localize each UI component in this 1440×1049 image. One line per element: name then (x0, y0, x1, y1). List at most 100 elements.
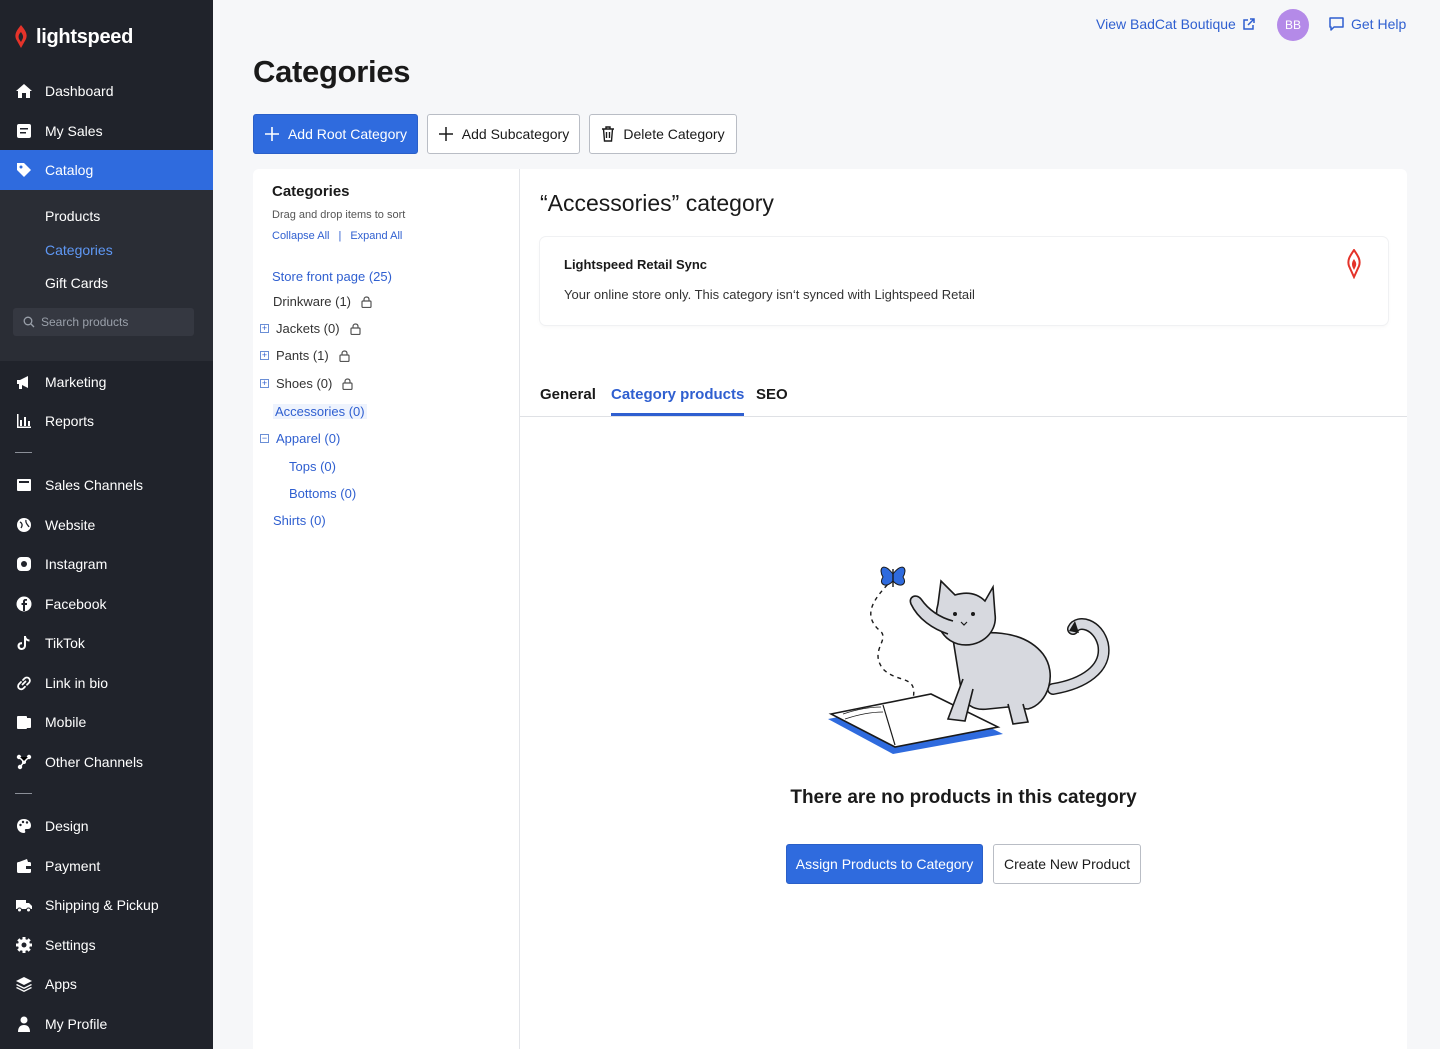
cat-butterfly-illustration (828, 566, 1110, 754)
sub-products[interactable]: Products (45, 208, 100, 224)
add-subcategory-button[interactable]: Add Subcategory (427, 114, 580, 154)
sub-categories[interactable]: Categories (45, 242, 113, 258)
nav-label: Website (45, 517, 96, 533)
instagram-icon (15, 555, 33, 573)
nav-link-in-bio[interactable]: Link in bio (0, 663, 213, 703)
tree-item-label: Bottoms (0) (289, 486, 357, 501)
tree-item-drinkware[interactable]: Drinkware (1) (273, 294, 372, 309)
view-store-label: View BadCat Boutique (1096, 16, 1236, 32)
search-input[interactable] (41, 315, 181, 329)
nav-website[interactable]: Website (0, 505, 213, 545)
category-tree-panel: Categories Drag and drop items to sort C… (253, 169, 520, 1049)
nav-design[interactable]: Design (0, 806, 213, 846)
truck-icon (15, 896, 33, 914)
nav-my-sales[interactable]: My Sales (0, 111, 213, 151)
tree-item-jackets[interactable]: + Jackets (0) (260, 321, 361, 336)
lock-icon (342, 377, 353, 390)
nav-apps[interactable]: Apps (0, 964, 213, 1004)
category-tabs: General Category products SEO (520, 372, 1407, 417)
tree-item-label: Apparel (0) (276, 431, 341, 446)
tree-item-bottoms[interactable]: Bottoms (0) (289, 486, 356, 501)
tag-icon (15, 161, 33, 179)
tree-item-label: Shoes (0) (276, 376, 333, 391)
brand-name: lightspeed (36, 25, 134, 48)
nav-label: Catalog (45, 162, 94, 178)
nav-label: Apps (45, 976, 77, 992)
tab-seo[interactable]: SEO (756, 386, 788, 413)
nav-my-profile[interactable]: My Profile (0, 1004, 213, 1044)
nav-label: Shipping & Pickup (45, 897, 159, 913)
expand-icon[interactable]: + (260, 351, 269, 360)
tree-item-pants[interactable]: + Pants (1) (260, 348, 350, 363)
sync-title: Lightspeed Retail Sync (564, 257, 708, 272)
tree-item-shirts[interactable]: Shirts (0) (273, 513, 326, 528)
sidebar-search[interactable] (13, 308, 194, 336)
tree-item-label: Shirts (0) (273, 513, 326, 528)
nav-settings[interactable]: Settings (0, 925, 213, 965)
tab-category-products[interactable]: Category products (611, 386, 745, 416)
tree-item-accessories[interactable]: Accessories (0) (273, 404, 367, 419)
expand-icon[interactable]: + (260, 324, 269, 333)
empty-state-message: There are no products in this category (790, 787, 1137, 808)
nav-facebook[interactable]: Facebook (0, 584, 213, 624)
tree-hint: Drag and drop items to sort (272, 209, 406, 221)
nav-label: Sales Channels (45, 477, 144, 493)
add-root-category-button[interactable]: Add Root Category (253, 114, 418, 154)
nav-label: Reports (45, 413, 95, 429)
tree-actions: Collapse All | Expand All (272, 230, 402, 242)
view-store-link[interactable]: View BadCat Boutique (1096, 16, 1256, 32)
tree-item-label: Tops (0) (289, 459, 336, 474)
tree-item-shoes[interactable]: + Shoes (0) (260, 376, 353, 391)
get-help-link[interactable]: Get Help (1328, 16, 1406, 32)
sales-icon (15, 122, 33, 140)
nav-catalog[interactable]: Catalog (0, 150, 213, 190)
add-root-label: Add Root Category (287, 126, 408, 142)
chat-icon (1329, 17, 1344, 31)
expand-icon[interactable]: + (260, 379, 269, 388)
tree-title: Categories (272, 183, 350, 200)
tree-item-apparel[interactable]: − Apparel (0) (260, 431, 340, 446)
nav-label: Other Channels (45, 754, 144, 770)
nav-instagram[interactable]: Instagram (0, 544, 213, 584)
tree-item-label: Accessories (0) (275, 404, 365, 419)
store-icon (15, 476, 33, 494)
nav-label: Link in bio (45, 675, 109, 691)
nav-mobile[interactable]: Mobile (0, 702, 213, 742)
tree-item-store-front[interactable]: Store front page (25) (272, 269, 392, 284)
tree-item-label: Pants (1) (276, 348, 329, 363)
collapse-all-link[interactable]: Collapse All (272, 230, 329, 242)
sub-gift-cards[interactable]: Gift Cards (45, 275, 108, 291)
lightspeed-logo[interactable]: lightspeed (12, 24, 133, 50)
nav-reports[interactable]: Reports (0, 401, 213, 441)
nav-dashboard[interactable]: Dashboard (0, 71, 213, 111)
collapse-icon[interactable]: − (260, 434, 269, 443)
nav-other-channels[interactable]: Other Channels (0, 742, 213, 782)
tab-general[interactable]: General (540, 386, 596, 413)
nav-tiktok[interactable]: TikTok (0, 623, 213, 663)
megaphone-icon (15, 373, 33, 391)
nav-sales-channels[interactable]: Sales Channels (0, 465, 213, 505)
retail-sync-box: Lightspeed Retail Sync Your online store… (540, 237, 1388, 325)
nav-shipping[interactable]: Shipping & Pickup (0, 885, 213, 925)
avatar[interactable]: BB (1277, 9, 1309, 41)
plus-icon (438, 127, 453, 141)
tree-item-label: Drinkware (1) (273, 294, 352, 309)
tree-item-tops[interactable]: Tops (0) (289, 459, 336, 474)
add-subcategory-label: Add Subcategory (461, 126, 570, 142)
category-detail-title: “Accessories” category (540, 190, 774, 216)
palette-icon (15, 817, 33, 835)
sync-description: Your online store only. This category is… (564, 287, 975, 302)
nav-label: Payment (45, 858, 101, 874)
expand-all-link[interactable]: Expand All (350, 230, 402, 242)
assign-products-button[interactable]: Assign Products to Category (786, 844, 983, 884)
nav-marketing[interactable]: Marketing (0, 362, 213, 402)
flame-icon (15, 25, 27, 48)
channels-icon (15, 753, 33, 771)
tiktok-icon (15, 634, 33, 652)
nav-label: TikTok (45, 635, 85, 651)
nav-payment[interactable]: Payment (0, 846, 213, 886)
create-new-product-button[interactable]: Create New Product (993, 844, 1141, 884)
delete-category-button[interactable]: Delete Category (589, 114, 737, 154)
sidebar-divider (15, 793, 32, 794)
sidebar: lightspeed Dashboard My Sales Catalog Pr… (0, 0, 213, 1049)
